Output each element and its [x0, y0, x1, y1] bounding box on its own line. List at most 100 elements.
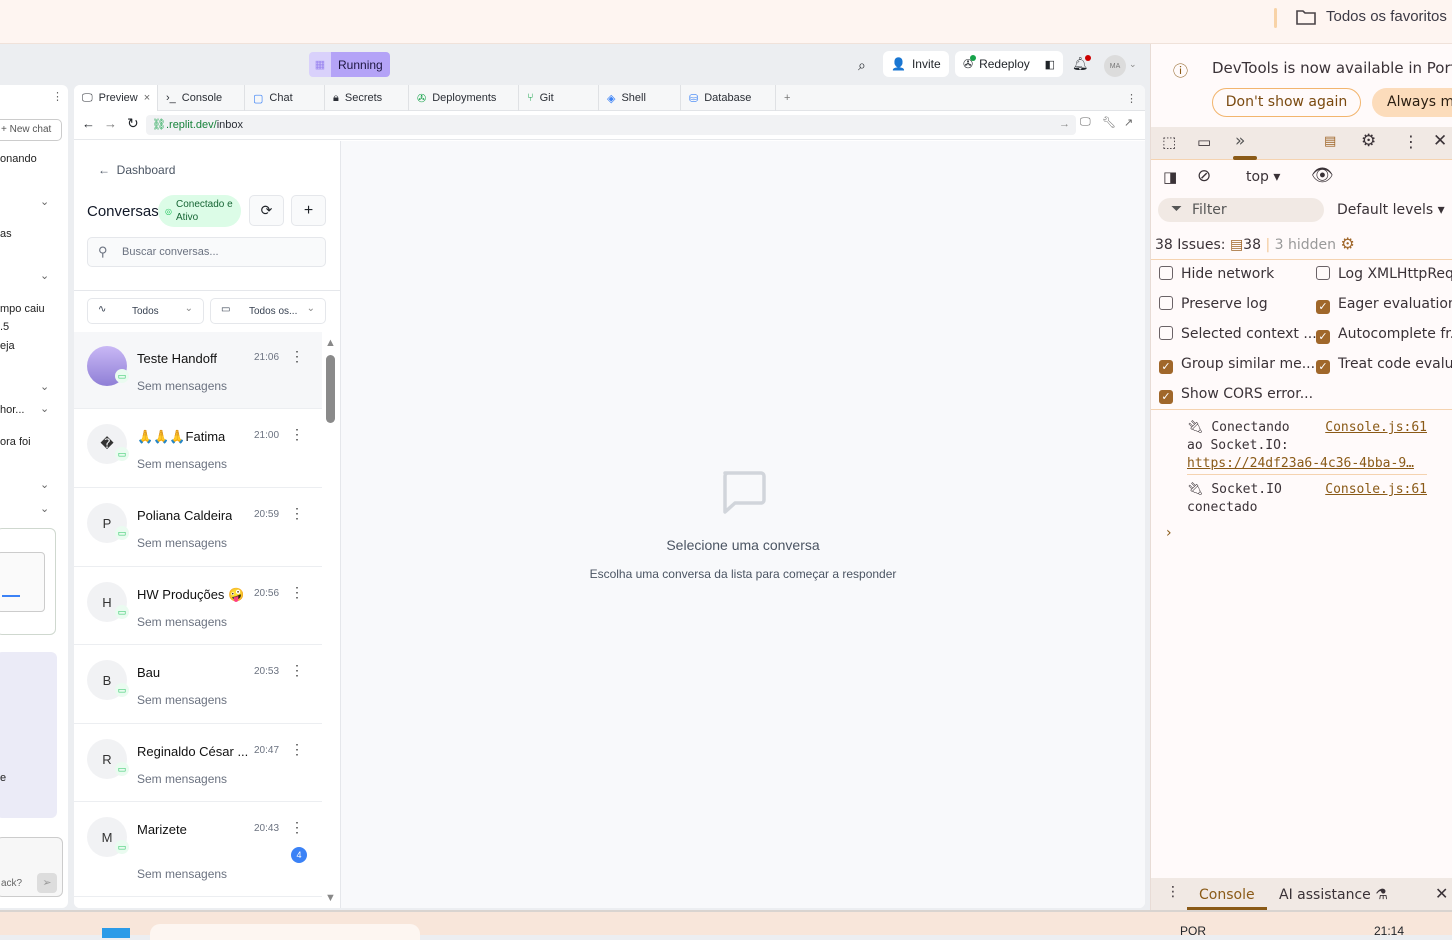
log-source-link[interactable]: Console.js:61	[1325, 481, 1427, 499]
conversation-item[interactable]: � ▭ 🙏🙏🙏Fatima 21:00 ⋮ Sem mensagens	[74, 410, 322, 488]
console-setting-checkbox[interactable]: ✓ Show CORS error...	[1159, 386, 1313, 404]
reload-icon[interactable]: ↻	[127, 115, 139, 132]
more-icon[interactable]: ⋮	[290, 348, 304, 365]
chevron-down-icon[interactable]: ⌄	[40, 269, 49, 282]
checkbox[interactable]: ✓	[1316, 360, 1330, 374]
clear-console-icon[interactable]: ⊘	[1197, 166, 1211, 186]
always-match-button[interactable]: Always ma	[1372, 88, 1452, 117]
bell-icon[interactable]: 🔔︎	[1072, 55, 1091, 72]
channel-filter-select[interactable]: ▭ Todos os... ⌄	[210, 298, 326, 324]
checkbox[interactable]	[1316, 266, 1330, 280]
chevron-down-icon[interactable]: ⌄	[40, 380, 49, 393]
console-setting-checkbox[interactable]: ✓ Treat code evalua	[1316, 356, 1452, 374]
checkbox[interactable]	[1159, 296, 1173, 310]
more-icon[interactable]: ⋮	[290, 819, 304, 836]
scroll-up-icon[interactable]: ▲	[325, 337, 336, 349]
status-filter-select[interactable]: ∿ Todos ⌄	[87, 298, 204, 324]
issues-summary[interactable]: 38 Issues: ▤38 | 3 hidden ⚙	[1155, 234, 1355, 253]
tab-secrets[interactable]: 🔒︎ Secrets	[325, 85, 409, 111]
send-icon[interactable]: ➢	[37, 873, 57, 893]
console-setting-checkbox[interactable]: ✓ Autocomplete fr...	[1316, 326, 1452, 344]
more-icon[interactable]: ⋮	[290, 584, 304, 601]
tab-deployments[interactable]: ✇ Deployments	[409, 85, 519, 111]
console-setting-checkbox[interactable]: ✓ Group similar me...	[1159, 356, 1315, 374]
console-setting-checkbox[interactable]: ✓ Eager evaluation	[1316, 296, 1452, 314]
more-icon[interactable]: ⋮	[1118, 85, 1145, 111]
close-icon[interactable]: ×	[144, 92, 150, 104]
tab-preview[interactable]: 🖵 Preview ×	[74, 85, 158, 111]
conversation-item[interactable]: H ▭ HW Produções 🤪 20:56 ⋮ Sem mensagens	[74, 568, 322, 645]
gear-icon[interactable]: ⚙	[1340, 234, 1354, 253]
tab-console[interactable]: ›_ Console	[158, 85, 245, 111]
log-levels-select[interactable]: Default levels ▾	[1337, 202, 1445, 218]
conversation-item[interactable]: P ▭ Poliana Caldeira 20:59 ⋮ Sem mensage…	[74, 489, 322, 567]
more-icon[interactable]: ⋮	[1166, 884, 1180, 900]
checkbox[interactable]	[1159, 266, 1173, 280]
more-icon[interactable]: ⋮	[290, 741, 304, 758]
new-conversation-button[interactable]: +	[291, 195, 326, 226]
chevron-down-icon[interactable]: ⌄	[40, 402, 49, 415]
console-setting-checkbox[interactable]: Hide network	[1159, 266, 1274, 282]
more-icon[interactable]: ⋮	[290, 662, 304, 679]
more-icon[interactable]: ⋮	[290, 505, 304, 522]
issues-icon[interactable]: ▤	[1324, 134, 1336, 149]
console-setting-checkbox[interactable]: Selected context ...	[1159, 326, 1317, 342]
checkbox[interactable]: ✓	[1316, 330, 1330, 344]
refresh-button[interactable]: ⟳	[249, 195, 284, 226]
tab-chat[interactable]: ▢ Chat	[245, 85, 325, 111]
eye-icon[interactable]: 👁︎	[1311, 165, 1334, 186]
more-icon[interactable]: ⋮	[290, 426, 304, 443]
taskbar-search[interactable]	[150, 924, 420, 940]
checkbox[interactable]: ✓	[1159, 390, 1173, 404]
bookmarks-folder[interactable]: Todos os favoritos	[1296, 8, 1447, 25]
close-icon[interactable]: ✕	[1433, 131, 1447, 151]
dont-show-again-button[interactable]: Don't show again	[1212, 88, 1361, 117]
redeploy-button[interactable]: ✇ Redeploy ◧	[955, 51, 1063, 77]
devices-icon[interactable]: 🖵	[1080, 116, 1091, 129]
forward-icon[interactable]: →	[104, 116, 117, 131]
tab-ai-assistance[interactable]: AI assistance ⚗	[1279, 887, 1388, 903]
windows-start-icon[interactable]	[102, 928, 130, 938]
log-url-link[interactable]: https://24df23a6-4c36-4bba-9…	[1187, 456, 1414, 471]
invite-button[interactable]: 👤 Invite	[883, 51, 949, 77]
chevron-down-icon[interactable]: ⌄	[40, 502, 49, 515]
log-source-link[interactable]: Console.js:61	[1325, 419, 1427, 437]
close-icon[interactable]: ✕	[1435, 884, 1448, 903]
more-icon[interactable]: ⋮	[52, 90, 63, 103]
back-to-dashboard-link[interactable]: ← Dashboard	[98, 163, 175, 177]
more-tabs-icon[interactable]: »	[1235, 131, 1245, 151]
clock[interactable]: 21:14	[1374, 924, 1404, 938]
back-icon[interactable]: ←	[82, 116, 95, 131]
sidebar-toggle-icon[interactable]: ◨	[1163, 168, 1177, 186]
tab-console[interactable]: Console	[1187, 878, 1267, 910]
go-icon[interactable]: →	[1059, 118, 1070, 130]
scrollbar-thumb[interactable]	[326, 355, 335, 423]
console-prompt-icon[interactable]: ›	[1166, 525, 1172, 541]
device-toggle-icon[interactable]: ▭	[1197, 133, 1211, 151]
wrench-icon[interactable]: 🔧︎	[1102, 116, 1116, 129]
conversation-item[interactable]: M ▭ Marizete 20:43 ⋮ Sem mensagens 4	[74, 803, 322, 897]
conversation-item[interactable]: B ▭ Bau 20:53 ⋮ Sem mensagens	[74, 646, 322, 724]
screenshot-thumbnail[interactable]	[0, 528, 56, 635]
console-setting-checkbox[interactable]: Log XMLHttpReq	[1316, 266, 1452, 282]
external-link-icon[interactable]: ↗	[1124, 116, 1133, 129]
tab-database[interactable]: ⛁ Database	[681, 85, 776, 111]
new-chat-button[interactable]: + New chat	[0, 119, 62, 141]
chat-input[interactable]: ack? ➢	[0, 837, 63, 897]
chevron-down-icon[interactable]: ⌄	[40, 195, 49, 208]
filter-input[interactable]: ⏷ Filter	[1158, 198, 1324, 222]
inspect-element-icon[interactable]: ⬚	[1162, 133, 1176, 151]
tab-shell[interactable]: ◈ Shell	[599, 85, 681, 111]
gear-icon[interactable]: ⚙	[1361, 131, 1376, 151]
more-icon[interactable]: ⋮	[1403, 132, 1419, 151]
chevron-down-icon[interactable]: ⌄	[1129, 59, 1137, 70]
chevron-down-icon[interactable]: ⌄	[40, 478, 49, 491]
console-setting-checkbox[interactable]: Preserve log	[1159, 296, 1268, 312]
conversation-item[interactable]: R ▭ Reginaldo César ... 20:47 ⋮ Sem mens…	[74, 725, 322, 802]
search-input[interactable]: ⚲ Buscar conversas...	[87, 237, 326, 267]
url-input[interactable]: ⛓︎.replit.dev/inbox →	[146, 115, 1076, 135]
tab-git[interactable]: ⑂ Git	[519, 85, 599, 111]
search-icon[interactable]: ⌕	[858, 57, 866, 74]
checkbox[interactable]: ✓	[1159, 360, 1173, 374]
add-tab-button[interactable]: +	[776, 85, 798, 111]
